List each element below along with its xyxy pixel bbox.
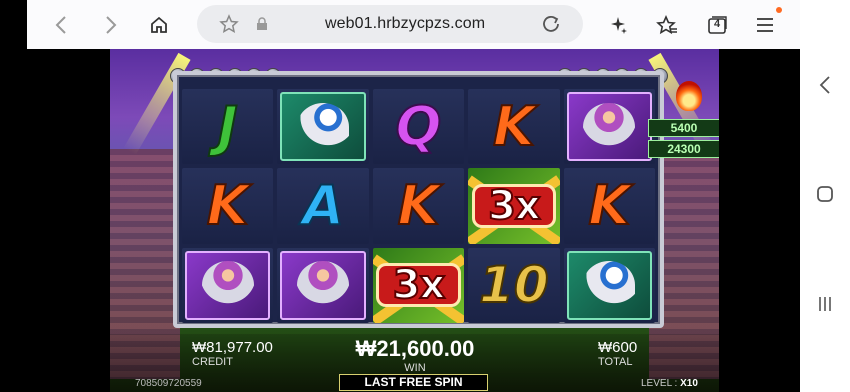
home-icon[interactable] — [143, 9, 175, 41]
win-display: ₩21,600.00 WIN — [340, 336, 490, 374]
symbol-player-purple — [566, 92, 652, 162]
level-label: LEVEL : — [641, 378, 678, 389]
favorites-icon[interactable] — [651, 9, 683, 41]
recents-icon[interactable] — [813, 292, 837, 316]
reel-cell — [563, 89, 655, 165]
symbol-k: K — [206, 173, 250, 237]
win-value: ₩21,600.00 — [355, 336, 475, 361]
forward-icon[interactable] — [95, 9, 127, 41]
symbol-player-purple — [185, 250, 271, 320]
total-display: ₩600 TOTAL — [598, 339, 637, 368]
notification-dot — [776, 7, 782, 13]
symbol-10: 10 — [478, 256, 550, 315]
address-bar[interactable]: web01.hrbzycpzs.com — [197, 5, 583, 43]
jackpot-panel: 5400 24300 — [648, 119, 719, 161]
reel-cell: 10 — [468, 247, 560, 323]
back-chevron-icon[interactable] — [813, 73, 837, 97]
multiplier-text: 3x — [392, 261, 447, 309]
phone-screen: web01.hrbzycpzs.com 4 J Q K K A K 3x K 3… — [0, 0, 850, 392]
credit-label: CREDIT — [192, 356, 233, 368]
symbol-j: J — [217, 94, 239, 158]
reel-cell — [182, 247, 274, 323]
round-id: 708509720559 — [135, 378, 202, 389]
browser-toolbar: web01.hrbzycpzs.com 4 — [27, 0, 800, 49]
reel-cell: K — [468, 89, 560, 165]
jackpot-value: 5400 — [648, 119, 719, 137]
jackpot-value: 24300 — [648, 140, 719, 158]
symbol-k: K — [587, 173, 631, 237]
credit-value: ₩81,977.00 — [192, 339, 273, 356]
reel-cell: J — [182, 89, 274, 165]
reel-cell — [277, 89, 369, 165]
level-display: LEVEL : X10 — [641, 378, 698, 389]
multiplier-text: 3x — [487, 182, 542, 230]
bookmark-star-icon[interactable] — [213, 8, 245, 40]
credit-display: ₩81,977.00 CREDIT — [192, 339, 273, 368]
multiplier-symbol: 3x — [372, 247, 465, 323]
tabs-icon[interactable]: 4 — [701, 9, 733, 41]
symbol-k: K — [397, 173, 441, 237]
system-navigation — [800, 0, 850, 392]
reel-cell: Q — [372, 89, 465, 165]
back-icon[interactable] — [45, 9, 77, 41]
reel-cell: 3x — [372, 247, 465, 323]
menu-icon[interactable] — [749, 9, 781, 41]
reel-cell: K — [372, 168, 465, 244]
fireball-icon — [676, 81, 702, 111]
reload-icon[interactable] — [535, 8, 567, 40]
tab-count: 4 — [713, 18, 721, 30]
reel-cell — [277, 247, 369, 323]
home-square-icon[interactable] — [813, 182, 837, 206]
symbol-player-green — [280, 92, 366, 162]
url-text: web01.hrbzycpzs.com — [325, 15, 486, 32]
reel-cell: A — [277, 168, 369, 244]
sparkle-icon[interactable] — [603, 9, 635, 41]
win-label: WIN — [404, 362, 426, 374]
level-value: X10 — [680, 378, 698, 389]
reel-cell: K — [182, 168, 274, 244]
reel-cell — [563, 247, 655, 323]
symbol-q: Q — [395, 94, 443, 158]
reel-cell: 3x — [468, 168, 560, 244]
symbol-a: A — [301, 173, 345, 237]
spin-status: LAST FREE SPIN — [339, 374, 488, 391]
symbol-player-purple — [280, 250, 366, 320]
reel-grid: J Q K K A K 3x K 3x 10 — [182, 89, 655, 323]
reel-cell: K — [563, 168, 655, 244]
lock-icon — [246, 8, 278, 40]
total-label: TOTAL — [598, 356, 633, 368]
total-value: ₩600 — [598, 339, 638, 356]
multiplier-symbol: 3x — [468, 168, 560, 244]
symbol-k: K — [492, 94, 536, 158]
symbol-player-green — [566, 250, 652, 320]
slot-game[interactable]: J Q K K A K 3x K 3x 10 5400 24300 ₩81,97… — [110, 49, 719, 392]
